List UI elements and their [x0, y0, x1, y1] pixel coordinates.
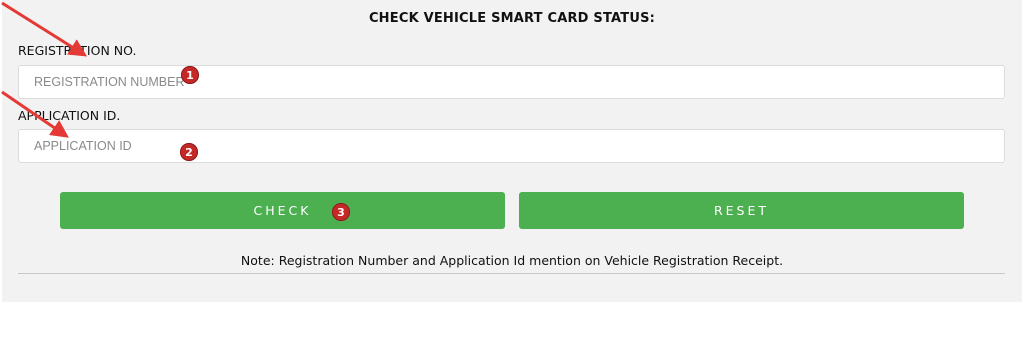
reset-button-label: RESET — [713, 203, 770, 218]
registration-field[interactable] — [18, 65, 1005, 99]
divider — [18, 273, 1005, 274]
application-field[interactable] — [18, 129, 1005, 163]
application-label: APPLICATION ID. — [18, 108, 121, 123]
annotation-badge-1: 1 — [181, 66, 199, 84]
application-input[interactable] — [19, 130, 1004, 162]
check-button[interactable]: CHECK — [60, 192, 505, 229]
check-button-label: CHECK — [253, 203, 312, 218]
reset-button[interactable]: RESET — [519, 192, 964, 229]
registration-input[interactable] — [19, 66, 1004, 98]
note-text: Note: Registration Number and Applicatio… — [240, 253, 784, 268]
registration-label: REGISTRATION NO. — [18, 43, 137, 58]
annotation-badge-2: 2 — [180, 143, 198, 161]
annotation-badge-3: 3 — [332, 203, 350, 221]
form-title: CHECK VEHICLE SMART CARD STATUS: — [368, 11, 656, 26]
